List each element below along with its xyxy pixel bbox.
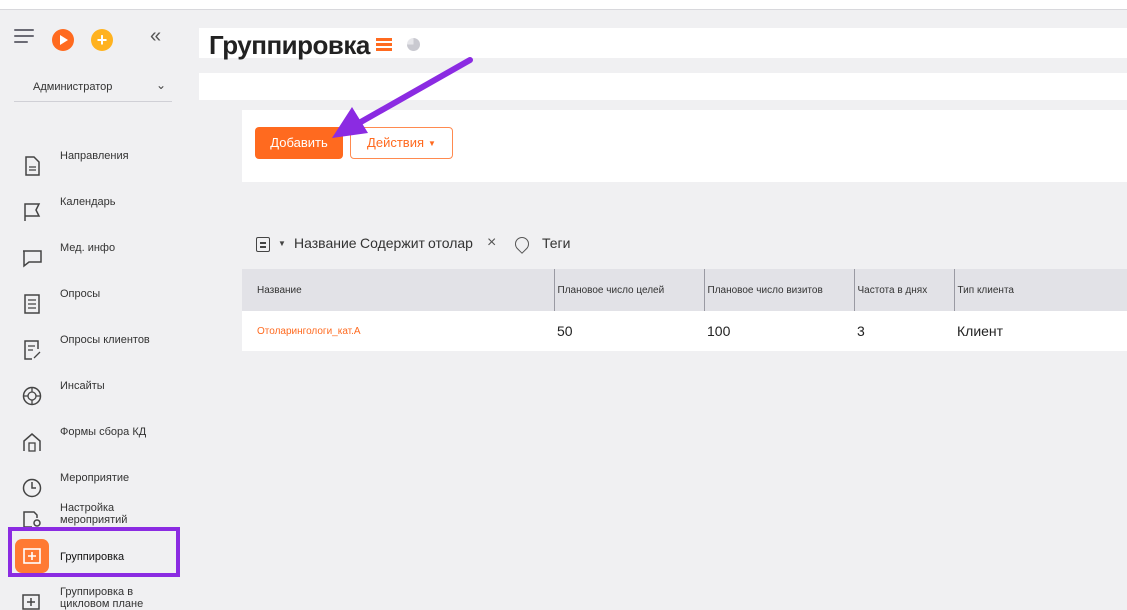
- sidebar-item-surveys[interactable]: Опросы: [0, 280, 185, 324]
- sidebar-item-directions[interactable]: Направления: [0, 142, 185, 186]
- chat-icon: [23, 250, 42, 268]
- tag-icon[interactable]: [512, 234, 532, 254]
- sidebar-item-label: Группировка в цикловом плане: [60, 586, 144, 610]
- sidebar-item-grouping-cycle[interactable]: Группировка в цикловом плане: [0, 578, 185, 610]
- clear-filter-icon[interactable]: ×: [487, 234, 496, 252]
- top-border: [0, 0, 1127, 10]
- chevron-down-icon: ⌄: [155, 78, 166, 92]
- sidebar-top: + «: [0, 10, 185, 70]
- row-frequency: 3: [854, 311, 954, 351]
- sidebar-item-client-surveys[interactable]: Опросы клиентов: [0, 326, 185, 370]
- column-header-target-count[interactable]: Плановое число целей: [553, 269, 704, 311]
- document-icon: [25, 156, 40, 176]
- role-label: Администратор: [33, 81, 113, 93]
- list-document-icon: [24, 294, 40, 314]
- building-icon: [23, 433, 41, 452]
- role-select[interactable]: Администратор ⌄: [14, 70, 172, 102]
- sidebar-item-label: Формы сбора КД: [60, 426, 147, 438]
- annotation-arrow: [332, 57, 473, 138]
- group-add-icon: [22, 594, 40, 610]
- table-row[interactable]: Отоларингологи_кат.А 50 100 3 Клиент: [242, 311, 1127, 351]
- collapse-icon[interactable]: «: [150, 25, 161, 48]
- sidebar-item-calendar[interactable]: Календарь: [0, 188, 185, 232]
- table-header-row: Название Плановое число целей Плановое ч…: [242, 269, 1127, 311]
- row-name-link[interactable]: Отоларингологи_кат.А: [242, 311, 554, 351]
- list-view-icon[interactable]: [376, 38, 392, 51]
- sidebar-item-label: Инсайты: [60, 380, 105, 392]
- sidebar-item-label: Мед. инфо: [60, 242, 116, 254]
- sidebar-item-insights[interactable]: Инсайты: [0, 372, 185, 416]
- edit-document-icon: [24, 340, 41, 360]
- sidebar-item-label: Направления: [60, 150, 129, 162]
- sidebar-item-med-info[interactable]: Мед. инфо: [0, 234, 185, 278]
- chart-view-icon[interactable]: [407, 38, 420, 51]
- column-header-visit-count[interactable]: Плановое число визитов: [703, 269, 854, 311]
- flag-icon: [24, 203, 41, 221]
- add-circle-icon[interactable]: +: [91, 29, 113, 51]
- highlight-annotation: [8, 527, 180, 577]
- sidebar-item-label: Мероприятие: [60, 472, 130, 484]
- filter-document-icon[interactable]: [256, 237, 270, 252]
- filter-value[interactable]: отолар: [428, 235, 473, 251]
- filter-field[interactable]: Название: [294, 235, 357, 251]
- settings-folder-icon: [23, 511, 41, 528]
- sidebar-item-label: Настройка мероприятий: [60, 502, 128, 526]
- column-header-frequency[interactable]: Частота в днях: [853, 269, 954, 311]
- menu-icon[interactable]: [14, 29, 34, 45]
- caret-down-icon[interactable]: ▼: [278, 239, 286, 248]
- sidebar-item-forms[interactable]: Формы сбора КД: [0, 418, 185, 462]
- page-header: Группировка: [199, 28, 1127, 60]
- column-header-client-type[interactable]: Тип клиента: [953, 269, 1127, 311]
- column-header-name[interactable]: Название: [242, 269, 554, 311]
- tags-filter[interactable]: Теги: [542, 235, 570, 251]
- sidebar-item-label: Календарь: [60, 196, 116, 208]
- row-visit-count: 100: [704, 311, 854, 351]
- sidebar-item-label: Опросы: [60, 288, 101, 300]
- target-icon: [22, 386, 42, 406]
- row-client-type: Клиент: [954, 311, 1127, 351]
- sidebar-item-label: Опросы клиентов: [60, 334, 150, 346]
- filter-operator[interactable]: Содержит: [360, 235, 425, 251]
- row-target-count: 50: [554, 311, 704, 351]
- grouping-table: Название Плановое число целей Плановое ч…: [242, 269, 1127, 351]
- sidebar: + « Администратор ⌄ Направления Календар…: [0, 10, 185, 610]
- play-icon[interactable]: [52, 29, 74, 51]
